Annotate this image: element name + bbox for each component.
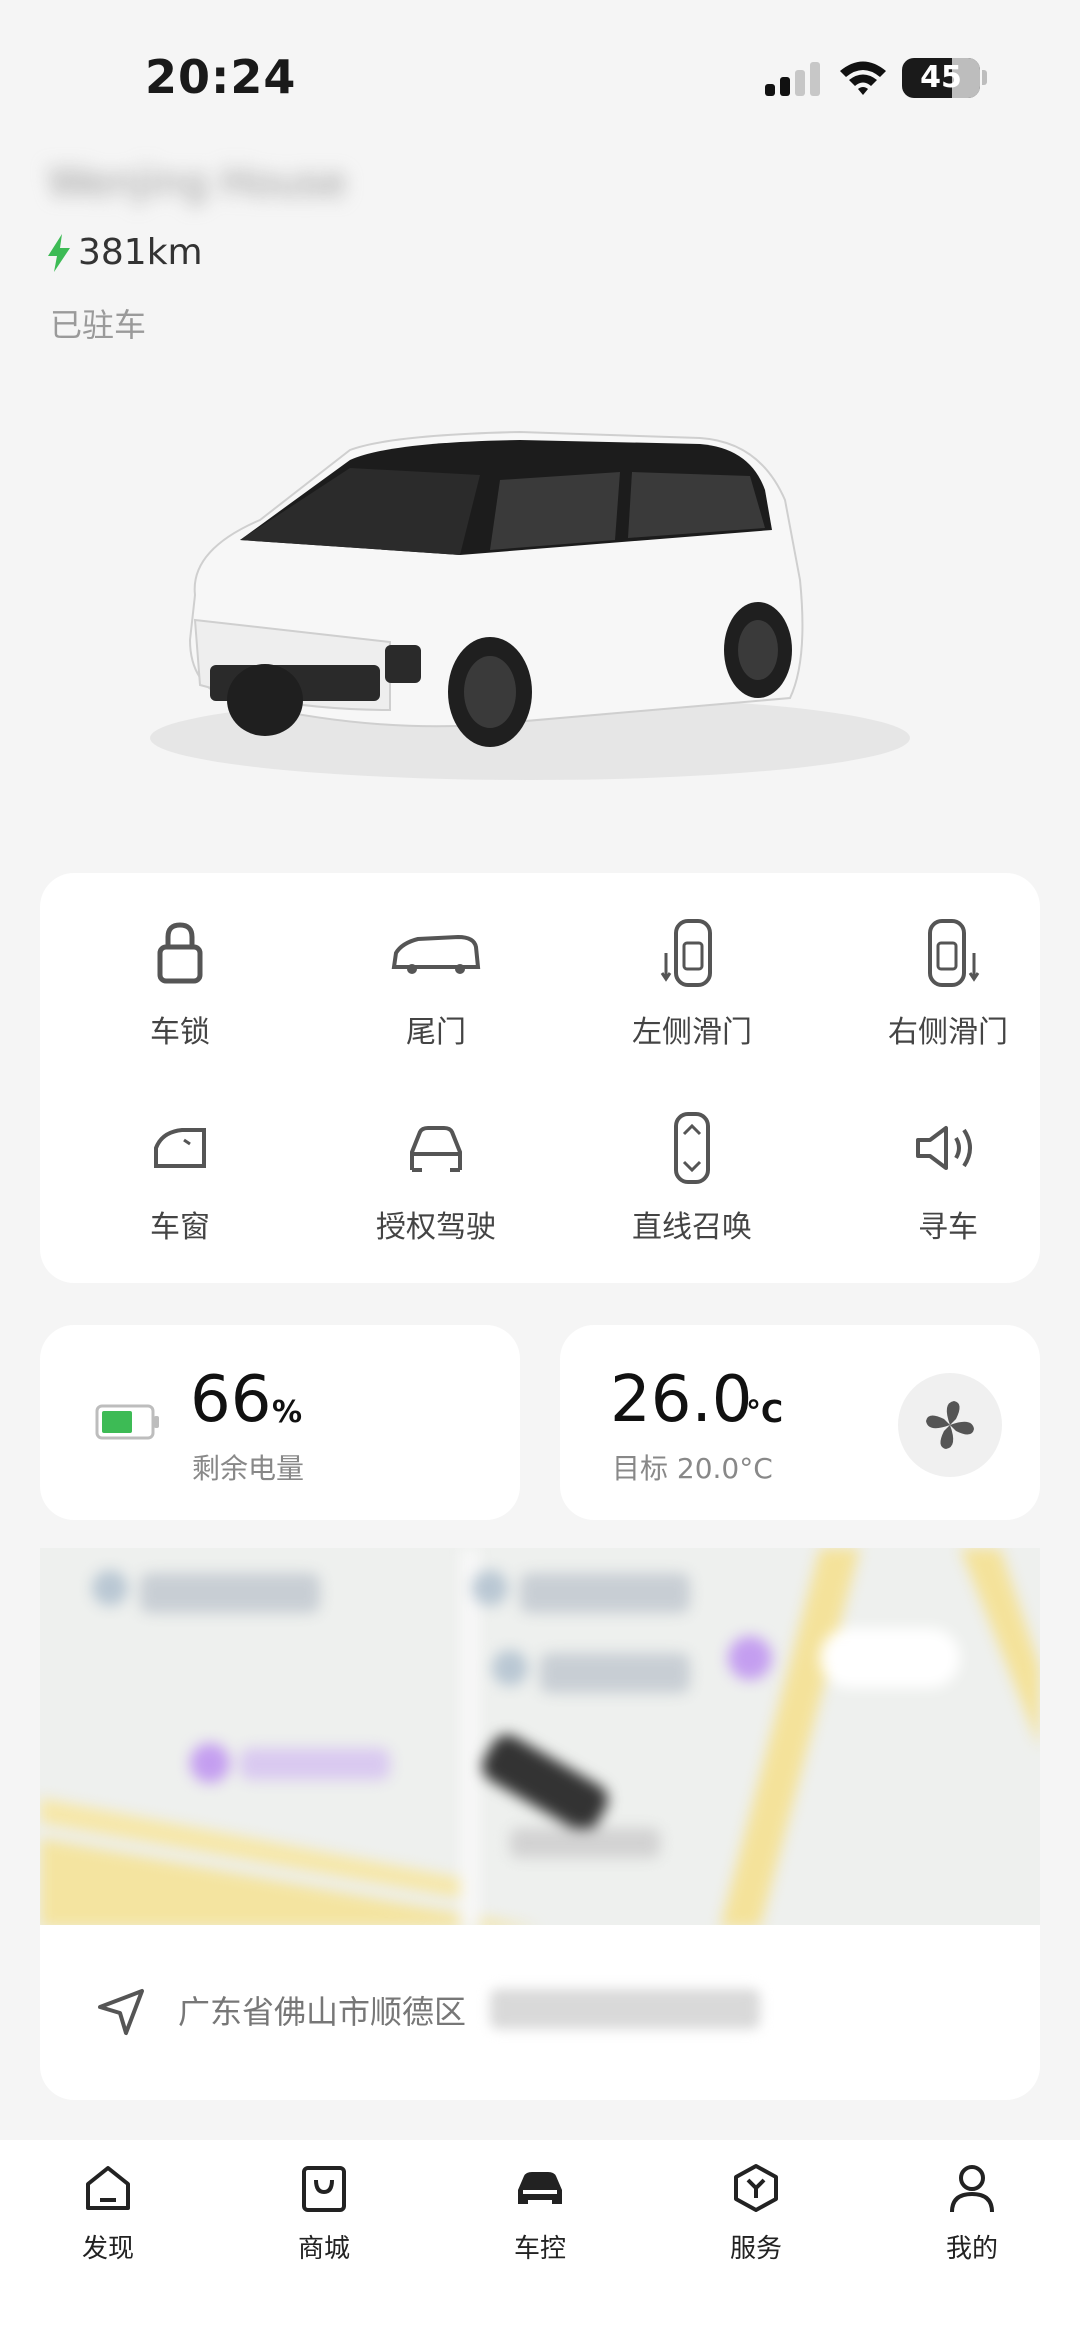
vehicle-image [150,430,910,780]
control-label: 左侧滑门 [632,1015,752,1050]
battery-status-indicator: 45 [902,58,980,98]
temperature-unit: °C [746,1395,784,1430]
authorized-driving-icon [410,1126,462,1172]
range-indicator: 381km [46,232,203,273]
lock-icon [157,922,203,984]
tab-profile[interactable]: 我的 [864,2160,1080,2265]
fan-icon [926,1401,974,1449]
car-icon [518,2172,562,2204]
climate-card[interactable]: 26.0 °C 目标 20.0°C [560,1325,1040,1520]
window-icon [154,1128,206,1168]
tab-discover[interactable]: 发现 [0,2160,216,2265]
vehicle-status: 已驻车 [50,306,147,344]
find-car-icon [916,1126,972,1170]
cellular-signal-icon [765,62,820,96]
status-bar: 20:24 45 [0,0,1080,150]
control-label: 尾门 [406,1015,466,1050]
shop-bag-icon [302,2166,346,2212]
navigation-arrow-icon [98,1989,144,2035]
location-address: 广东省佛山市顺德区 [178,1993,467,2031]
control-label: 右侧滑门 [888,1015,1008,1050]
tab-label: 服务 [729,2234,782,2264]
vehicle-controls-card: 车锁 尾门 左侧滑门 右侧滑门 车窗 授权驾驶 直线召唤 寻车 [40,873,1040,1283]
tailgate-icon [391,934,481,974]
control-label: 车锁 [150,1015,210,1050]
battery-percentage: 66 [190,1363,272,1437]
control-authorized-driving[interactable]: 授权驾驶 [311,1108,561,1258]
address-detail-redacted [490,1989,760,2029]
tab-label: 车控 [513,2234,566,2264]
target-temperature: 目标 20.0°C [612,1452,773,1485]
service-icon [734,2164,778,2212]
bottom-tab-bar: 发现 商城 车控 服务 我的 [0,2140,1080,2345]
control-find-car[interactable]: 寻车 [823,1108,1073,1258]
control-label: 授权驾驶 [376,1210,496,1245]
control-label: 车窗 [150,1210,210,1245]
control-label: 寻车 [918,1210,978,1245]
tab-label: 我的 [945,2234,998,2264]
charge-bolt-icon [48,233,70,272]
vehicle-name[interactable]: Wenjing House [48,160,378,206]
range-value: 381km [78,232,203,273]
control-left-sliding-door[interactable]: 左侧滑门 [567,913,817,1063]
battery-card[interactable]: 66 % 剩余电量 [40,1325,520,1520]
wifi-icon [840,61,886,95]
tab-service[interactable]: 服务 [648,2160,864,2265]
control-right-sliding-door[interactable]: 右侧滑门 [823,913,1073,1063]
tab-shop[interactable]: 商城 [216,2160,432,2265]
control-tailgate[interactable]: 尾门 [311,913,561,1063]
tab-vehicle-control[interactable]: 车控 [432,2160,648,2265]
tab-label: 商城 [297,2234,350,2264]
tab-label: 发现 [81,2234,134,2264]
climate-fan-button[interactable] [898,1373,1002,1477]
control-lock[interactable]: 车锁 [55,913,305,1063]
battery-icon [95,1404,159,1440]
vehicle-location-map[interactable] [40,1548,1040,1928]
right-sliding-door-icon [928,919,980,987]
profile-icon [950,2165,994,2213]
battery-label: 剩余电量 [192,1452,305,1485]
status-time: 20:24 [145,50,297,104]
battery-tip [982,70,987,85]
battery-unit: % [272,1395,303,1430]
left-sliding-door-icon [660,919,712,987]
location-address-card[interactable]: 广东省佛山市顺德区 [40,1925,1040,2100]
control-window[interactable]: 车窗 [55,1108,305,1258]
home-icon [86,2166,130,2210]
straight-summon-icon [674,1112,710,1184]
control-label: 直线召唤 [632,1210,752,1245]
control-straight-summon[interactable]: 直线召唤 [567,1108,817,1258]
cabin-temperature: 26.0 [610,1363,753,1437]
